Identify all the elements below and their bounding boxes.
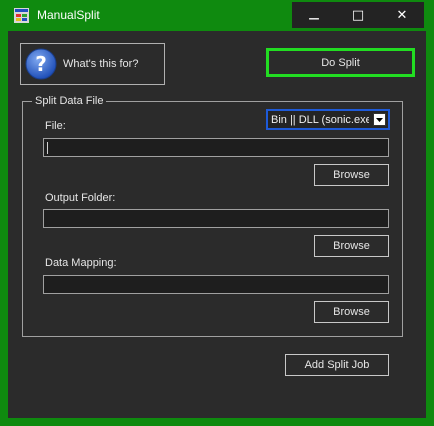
group-title: Split Data File	[32, 95, 107, 107]
close-button[interactable]: ✕	[380, 2, 424, 28]
data-mapping-label: Data Mapping:	[45, 257, 117, 269]
app-window-icon	[14, 8, 29, 23]
maximize-icon: □	[351, 7, 365, 23]
maximize-button[interactable]: □	[336, 2, 380, 28]
question-mark-icon: ?	[25, 48, 57, 80]
add-split-job-label: Add Split Job	[304, 359, 370, 371]
close-icon: ✕	[396, 7, 408, 23]
data-mapping-input[interactable]	[43, 275, 389, 294]
help-button-label: What's this for?	[63, 58, 139, 70]
browse-file-button[interactable]: Browse	[314, 164, 389, 186]
browse-file-label: Browse	[333, 169, 370, 181]
browse-mapping-label: Browse	[333, 306, 370, 318]
file-label: File:	[45, 120, 66, 132]
do-split-label: Do Split	[321, 56, 360, 69]
output-folder-label: Output Folder:	[45, 192, 116, 204]
title-bar[interactable]: ManualSplit — □ ✕	[0, 0, 434, 31]
browse-output-label: Browse	[333, 240, 370, 252]
output-folder-input[interactable]	[43, 209, 389, 228]
help-button[interactable]: ? What's this for?	[20, 43, 165, 85]
browse-output-button[interactable]: Browse	[314, 235, 389, 257]
file-type-select[interactable]: Bin || DLL (sonic.exe,	[266, 109, 390, 130]
main-window: ManualSplit — □ ✕ ? What's this for? Do …	[0, 0, 434, 426]
minimize-icon: —	[308, 11, 320, 25]
text-caret	[47, 142, 48, 154]
browse-mapping-button[interactable]: Browse	[314, 301, 389, 323]
dropdown-arrow-icon[interactable]	[373, 113, 386, 126]
window-title: ManualSplit	[37, 8, 100, 22]
do-split-button[interactable]: Do Split	[266, 48, 415, 77]
minimize-button[interactable]: —	[292, 2, 336, 28]
file-path-input[interactable]	[43, 138, 389, 157]
client-area: ? What's this for? Do Split Split Data F…	[8, 31, 426, 418]
add-split-job-button[interactable]: Add Split Job	[285, 354, 389, 376]
chevron-down-icon	[376, 118, 383, 122]
file-type-selected-value: Bin || DLL (sonic.exe,	[271, 114, 369, 126]
svg-text:?: ?	[35, 52, 47, 76]
